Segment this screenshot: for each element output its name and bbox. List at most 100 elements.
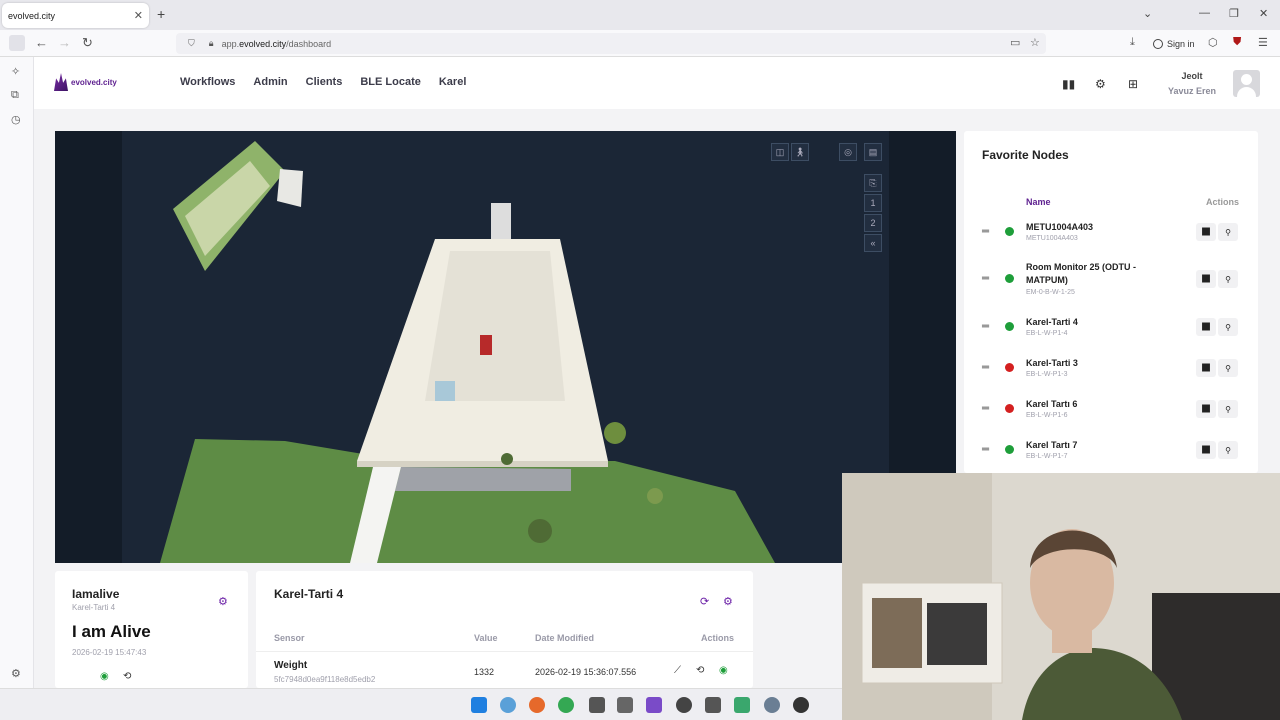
chart-icon[interactable]: ⟋ xyxy=(674,665,681,676)
node-name[interactable]: Karel Tartı 6 xyxy=(1026,398,1156,411)
drag-handle-icon[interactable]: ═ xyxy=(982,403,989,414)
bar-chart-icon[interactable]: ▮▮ xyxy=(1062,77,1075,91)
3d-view-icon[interactable]: ◫ xyxy=(771,143,789,161)
walk-mode-icon[interactable]: 🚶︎ xyxy=(791,143,809,161)
node-unpin-icon[interactable]: ⚲ xyxy=(1218,270,1238,288)
status-offline-icon xyxy=(1005,363,1014,372)
new-tab-icon[interactable]: + xyxy=(157,6,165,22)
node-view-icon[interactable]: ⬛︎ xyxy=(1196,441,1216,459)
weather-icon[interactable] xyxy=(500,697,516,713)
sidebar-settings-icon[interactable]: ⚙ xyxy=(11,667,21,680)
chrome-icon[interactable] xyxy=(558,697,574,713)
node-view-icon[interactable]: ⬛︎ xyxy=(1196,270,1216,288)
node-name[interactable]: Karel-Tarti 3 xyxy=(1026,357,1156,370)
tab-list-icon[interactable]: ⌄ xyxy=(1143,7,1152,20)
steam-icon[interactable] xyxy=(676,697,692,713)
forward-icon[interactable]: → xyxy=(58,35,71,50)
reader-view-icon[interactable]: ▭ xyxy=(1010,36,1020,49)
sensor-globe-icon[interactable]: ◉ xyxy=(719,665,728,676)
user-name: Yavuz Eren xyxy=(1167,86,1217,96)
settings-gear-icon[interactable]: ⚙ xyxy=(1095,77,1106,91)
globe-icon[interactable]: ◉ xyxy=(100,671,109,682)
node-view-icon[interactable]: ⬛︎ xyxy=(1196,223,1216,241)
nav-karel[interactable]: Karel xyxy=(439,76,467,88)
notepad-icon[interactable] xyxy=(734,697,750,713)
node-unpin-icon[interactable]: ⚲ xyxy=(1218,318,1238,336)
back-icon[interactable]: ← xyxy=(35,35,48,50)
browser-tab[interactable]: evolved.city ✕ xyxy=(2,3,942,87)
drag-handle-icon[interactable]: ═ xyxy=(982,273,989,284)
node-name[interactable]: Karel Tartı 7 xyxy=(1026,439,1156,452)
synced-tabs-icon[interactable]: ⧉ xyxy=(11,89,19,102)
downloads-icon[interactable]: ⤓ xyxy=(1130,36,1135,49)
divider xyxy=(256,651,753,652)
floor-1-button[interactable]: 1 xyxy=(864,194,882,212)
drag-handle-icon[interactable]: ═ xyxy=(982,321,989,332)
history-icon[interactable]: ⟲ xyxy=(123,671,131,682)
floor-2-button[interactable]: 2 xyxy=(864,214,882,232)
sensor-date: 2026-02-19 15:36:07.556 xyxy=(535,667,637,677)
chart-overlay-icon[interactable]: ▤ xyxy=(864,143,882,161)
nav-admin[interactable]: Admin xyxy=(253,76,287,88)
user-info[interactable]: Jeolt Yavuz Eren xyxy=(1152,69,1232,99)
tower xyxy=(491,203,511,239)
node-name[interactable]: METU1004A403 xyxy=(1026,221,1156,234)
node-view-icon[interactable]: ⬛︎ xyxy=(1196,400,1216,418)
floor-select-icon[interactable]: ⎘ xyxy=(864,174,882,192)
bookmark-star-icon[interactable]: ☆ xyxy=(1030,36,1040,49)
system-settings-icon[interactable] xyxy=(764,697,780,713)
node-id: EB-L-W-P1-7 xyxy=(1026,453,1068,460)
alive-timestamp: 2026-02-19 15:47:43 xyxy=(72,648,147,657)
visual-studio-icon[interactable] xyxy=(646,697,662,713)
collapse-icon[interactable]: « xyxy=(864,234,882,252)
nav-clients[interactable]: Clients xyxy=(306,76,343,88)
nav-ble-locate[interactable]: BLE Locate xyxy=(360,76,421,88)
restore-icon[interactable]: ❐ xyxy=(1229,7,1239,20)
node-view-icon[interactable]: ⬛︎ xyxy=(1196,318,1216,336)
obs-icon[interactable] xyxy=(793,697,809,713)
logo[interactable]: evolved.city xyxy=(54,73,117,91)
menu-icon[interactable]: ☰ xyxy=(1258,36,1268,49)
unity-icon[interactable] xyxy=(589,697,605,713)
sensor-card-settings-icon[interactable]: ⚙ xyxy=(723,595,733,608)
node-unpin-icon[interactable]: ⚲ xyxy=(1218,359,1238,377)
vpn-icon[interactable] xyxy=(705,697,721,713)
extensions-icon[interactable]: ⬡ xyxy=(1208,36,1218,49)
drag-handle-icon[interactable]: ═ xyxy=(982,226,989,237)
remote-building-annex xyxy=(277,169,303,207)
ai-chat-icon[interactable]: ✧ xyxy=(11,65,20,78)
status-offline-icon xyxy=(1005,404,1014,413)
close-window-icon[interactable]: ✕ xyxy=(1259,7,1268,20)
360-view-icon[interactable]: ◎ xyxy=(839,143,857,161)
address-bar[interactable]: ⛉ 🔒︎ app. evolved.city/dashboard xyxy=(176,33,1046,54)
grid-icon[interactable]: ⊞ xyxy=(1128,77,1138,91)
drag-handle-icon[interactable]: ═ xyxy=(982,362,989,373)
close-tab-icon[interactable]: ✕ xyxy=(134,9,143,22)
minimize-icon[interactable]: — xyxy=(1199,7,1210,19)
sidebar-toggle-icon[interactable] xyxy=(9,35,25,51)
ublock-icon[interactable]: ⛊ xyxy=(1233,36,1241,49)
avatar[interactable] xyxy=(1233,70,1260,97)
3d-map-viewer[interactable]: ◫ 🚶︎ ◎ ▤ ⎘ 1 2 « xyxy=(55,131,956,563)
reload-icon[interactable]: ↻ xyxy=(82,35,93,51)
refresh-icon[interactable]: ⟳ xyxy=(700,595,709,608)
alive-card-title: Iamalive xyxy=(72,587,120,601)
history-icon[interactable]: ◷ xyxy=(11,113,21,126)
status-online-icon xyxy=(1005,445,1014,454)
node-name[interactable]: Karel-Tarti 4 xyxy=(1026,316,1156,329)
node-unpin-icon[interactable]: ⚲ xyxy=(1218,441,1238,459)
node-name[interactable]: Room Monitor 25 (ODTU - MATPUM) xyxy=(1026,261,1156,287)
alive-card-settings-icon[interactable]: ⚙ xyxy=(218,595,228,608)
sensor-history-icon[interactable]: ⟲ xyxy=(696,665,704,676)
column-name-header[interactable]: Name xyxy=(1026,197,1051,207)
node-unpin-icon[interactable]: ⚲ xyxy=(1218,223,1238,241)
unity-hub-icon[interactable] xyxy=(617,697,633,713)
nav-workflows[interactable]: Workflows xyxy=(180,76,235,88)
sign-in-button[interactable]: Sign in xyxy=(1153,35,1195,52)
3d-scene[interactable] xyxy=(55,131,956,563)
node-view-icon[interactable]: ⬛︎ xyxy=(1196,359,1216,377)
drag-handle-icon[interactable]: ═ xyxy=(982,444,989,455)
windows-start-icon[interactable] xyxy=(471,697,487,713)
node-unpin-icon[interactable]: ⚲ xyxy=(1218,400,1238,418)
firefox-icon[interactable] xyxy=(529,697,545,713)
